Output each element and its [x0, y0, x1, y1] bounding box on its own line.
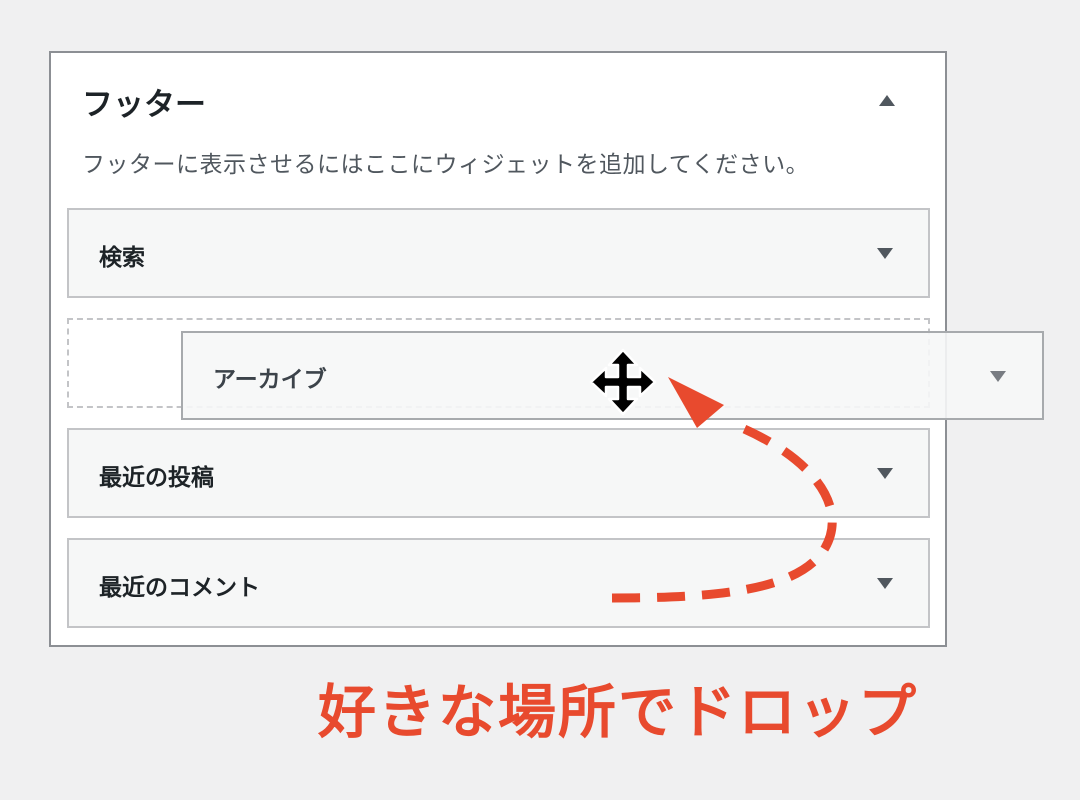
widget-title: 検索 — [99, 245, 145, 271]
expand-triangle-icon[interactable] — [877, 578, 893, 589]
widget-title: 最近のコメント — [99, 575, 260, 601]
panel-title: フッター — [82, 87, 206, 123]
widget-title: アーカイブ — [213, 367, 327, 393]
widget-title: 最近の投稿 — [99, 465, 214, 491]
drop-caption: 好きな場所でドロップ — [318, 678, 919, 746]
collapse-toggle-icon[interactable] — [879, 95, 895, 106]
expand-triangle-icon[interactable] — [877, 248, 893, 259]
expand-triangle-icon[interactable] — [877, 468, 893, 479]
widget-recent-comments[interactable]: 最近のコメント — [67, 538, 930, 628]
panel-description: フッターに表示させるにはここにウィジェットを追加してください。 — [82, 152, 810, 178]
widget-search[interactable]: 検索 — [67, 208, 930, 298]
expand-triangle-icon[interactable] — [990, 371, 1006, 382]
widget-recent-posts[interactable]: 最近の投稿 — [67, 428, 930, 518]
move-cursor-icon — [589, 348, 657, 416]
